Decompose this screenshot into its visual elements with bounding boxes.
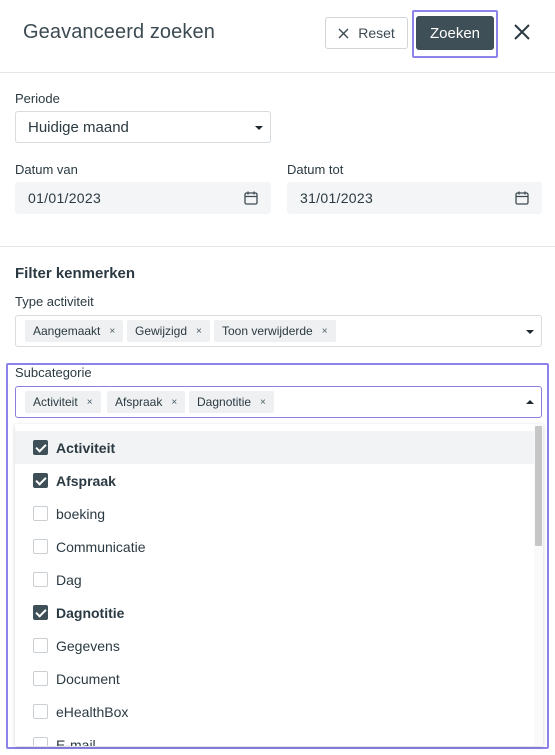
subcategory-dropdown: Activiteit Afspraak boeking Communicatie… [15,424,543,746]
subcategory-label: Subcategorie [15,365,92,380]
date-from-input[interactable]: 01/01/2023 [15,182,271,214]
subcategory-multiselect[interactable]: Activiteit × Afspraak × Dagnotitie × [15,386,542,418]
date-from-value: 01/01/2023 [28,190,102,206]
close-icon [338,28,349,38]
option-email[interactable]: E-mail [15,728,534,746]
option-activiteit[interactable]: Activiteit [15,431,534,464]
period-value: Huidige maand [28,118,129,136]
type-activity-multiselect[interactable]: Aangemaakt × Gewijzigd × Toon verwijderd… [15,315,542,347]
option-ehealthbox[interactable]: eHealthBox [15,695,534,728]
period-select[interactable]: Huidige maand [15,111,271,143]
option-label: Communicatie [56,538,146,555]
filter-section-title: Filter kenmerken [15,265,136,282]
section-divider [0,246,555,247]
checkbox[interactable] [33,671,48,686]
chip-remove-icon[interactable]: × [171,397,177,408]
option-label: eHealthBox [56,703,129,720]
date-to-label: Datum tot [287,162,344,177]
chip-label: Toon verwijderde [222,324,313,338]
dialog-header: Geavanceerd zoeken Reset Zoeken [0,0,555,73]
chip-label: Activiteit [33,395,78,409]
scrollbar-thumb[interactable] [535,426,542,546]
dialog-title: Geavanceerd zoeken [23,21,215,43]
chip-label: Afspraak [115,395,163,409]
date-to-input[interactable]: 31/01/2023 [287,182,542,214]
chip-sub-dagnotitie[interactable]: Dagnotitie × [189,391,274,413]
checkbox[interactable] [33,539,48,554]
checkbox[interactable] [33,605,48,620]
option-dag[interactable]: Dag [15,563,534,596]
checkbox[interactable] [33,440,48,455]
option-dagnotitie[interactable]: Dagnotitie [15,596,534,629]
option-label: boeking [56,505,106,522]
chip-type-toon-verwijderde[interactable]: Toon verwijderde × [214,320,336,342]
chevron-down-icon [526,330,534,334]
option-label: Dagnotitie [56,604,125,621]
reset-button[interactable]: Reset [325,17,408,49]
date-to-value: 31/01/2023 [300,190,374,206]
option-boeking[interactable]: boeking [15,497,534,530]
checkbox[interactable] [33,737,48,746]
chip-sub-afspraak[interactable]: Afspraak × [107,391,186,413]
checkbox[interactable] [33,473,48,488]
option-label: Document [56,670,120,687]
checkbox[interactable] [33,704,48,719]
chip-sub-activiteit[interactable]: Activiteit × [25,391,101,413]
search-button[interactable]: Zoeken [416,16,494,50]
chip-type-gewijzigd[interactable]: Gewijzigd × [127,320,210,342]
date-from-label: Datum van [15,162,78,177]
chevron-down-icon [255,126,263,130]
reset-button-label: Reset [358,25,395,41]
option-afspraak[interactable]: Afspraak [15,464,534,497]
option-gegevens[interactable]: Gegevens [15,629,534,662]
option-document[interactable]: Document [15,662,534,695]
dropdown-scrollbar[interactable] [534,424,543,746]
option-label: Gegevens [56,637,120,654]
calendar-icon[interactable] [244,191,258,205]
chip-remove-icon[interactable]: × [109,326,115,337]
chip-label: Aangemaakt [33,324,101,338]
chip-remove-icon[interactable]: × [196,326,202,337]
checkbox[interactable] [33,572,48,587]
calendar-icon[interactable] [515,191,529,205]
chip-remove-icon[interactable]: × [260,397,266,408]
checkbox[interactable] [33,506,48,521]
chip-type-aangemaakt[interactable]: Aangemaakt × [25,320,124,342]
type-activity-label: Type activiteit [15,294,94,309]
chevron-up-icon [526,400,534,404]
chip-label: Dagnotitie [197,395,252,409]
option-communicatie[interactable]: Communicatie [15,530,534,563]
chip-label: Gewijzigd [135,324,188,338]
option-label: Dag [56,571,82,588]
option-label: Afspraak [56,472,116,489]
period-label: Periode [15,91,60,106]
checkbox[interactable] [33,638,48,653]
close-icon[interactable] [511,21,533,43]
option-label: E-mail [56,736,96,747]
chip-remove-icon[interactable]: × [322,326,328,337]
option-label: Activiteit [56,439,116,456]
chip-remove-icon[interactable]: × [87,397,93,408]
